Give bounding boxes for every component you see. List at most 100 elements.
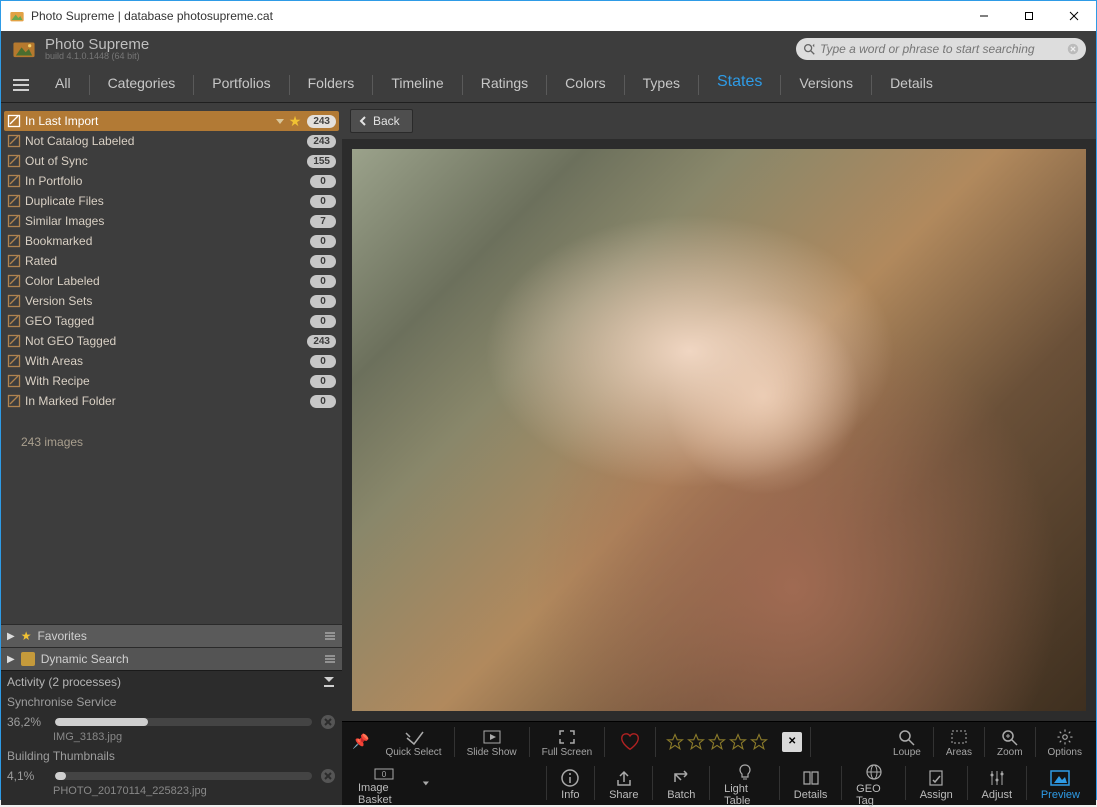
share-button[interactable]: Share bbox=[597, 761, 650, 805]
state-row[interactable]: In Marked Folder0 bbox=[4, 391, 339, 411]
nav-states[interactable]: States bbox=[703, 67, 776, 99]
state-row[interactable]: Not GEO Tagged243 bbox=[4, 331, 339, 351]
nav-timeline[interactable]: Timeline bbox=[377, 67, 457, 99]
nav-ratings[interactable]: Ratings bbox=[467, 67, 542, 99]
geo-tag-label: GEO Tag bbox=[856, 783, 891, 807]
count-badge: 243 bbox=[307, 115, 336, 128]
chevron-down-icon[interactable] bbox=[422, 778, 430, 788]
sidebar: In Last Import★243Not Catalog Labeled243… bbox=[1, 103, 342, 805]
search-box[interactable] bbox=[796, 38, 1086, 60]
back-button[interactable]: Back bbox=[350, 109, 413, 133]
preview-button[interactable]: Preview bbox=[1029, 761, 1092, 805]
nav-all[interactable]: All bbox=[41, 67, 85, 99]
slideshow-button[interactable]: Slide Show bbox=[457, 722, 527, 762]
nav-portfolios[interactable]: Portfolios bbox=[198, 67, 284, 99]
clear-search-icon[interactable] bbox=[1066, 42, 1080, 56]
state-label: With Areas bbox=[25, 354, 306, 368]
state-row[interactable]: Similar Images7 bbox=[4, 211, 339, 231]
minimize-button[interactable] bbox=[961, 1, 1006, 31]
close-button[interactable] bbox=[1051, 1, 1096, 31]
state-row[interactable]: Color Labeled 0 bbox=[4, 271, 339, 291]
light-table-button[interactable]: Light Table bbox=[712, 761, 777, 805]
nav-details[interactable]: Details bbox=[876, 67, 947, 99]
fullscreen-button[interactable]: Full Screen bbox=[532, 722, 603, 762]
state-row[interactable]: In Last Import★243 bbox=[4, 111, 339, 131]
window-title: Photo Supreme | database photosupreme.ca… bbox=[31, 9, 961, 23]
states-list: In Last Import★243Not Catalog Labeled243… bbox=[1, 103, 342, 415]
count-badge: 0 bbox=[310, 375, 336, 388]
preview-label: Preview bbox=[1041, 789, 1080, 801]
search-input[interactable] bbox=[816, 42, 1066, 56]
info-button[interactable]: Info bbox=[548, 761, 592, 805]
state-label: In Portfolio bbox=[25, 174, 306, 188]
state-row[interactable]: With Recipe 0 bbox=[4, 371, 339, 391]
star-icon[interactable] bbox=[729, 733, 747, 751]
details-button[interactable]: Details bbox=[782, 761, 840, 805]
panel-menu-icon[interactable] bbox=[324, 630, 336, 642]
checkbox-icon bbox=[7, 314, 21, 328]
collapse-icon[interactable] bbox=[322, 675, 336, 689]
state-label: Color Labeled bbox=[25, 274, 306, 288]
count-badge: 0 bbox=[310, 275, 336, 288]
activity-header-label: Activity (2 processes) bbox=[7, 675, 121, 689]
options-button[interactable]: Options bbox=[1038, 722, 1092, 762]
expand-icon: ▶ bbox=[7, 631, 15, 642]
state-label: With Recipe bbox=[25, 374, 306, 388]
checkbox-icon bbox=[7, 134, 21, 148]
count-badge: 7 bbox=[310, 215, 336, 228]
assign-button[interactable]: Assign bbox=[908, 761, 965, 805]
pin-icon[interactable]: 📌 bbox=[346, 733, 375, 750]
panel-dynamic-search-header[interactable]: ▶ Dynamic Search bbox=[1, 647, 342, 670]
menu-icon[interactable] bbox=[11, 75, 31, 95]
nav-folders[interactable]: Folders bbox=[294, 67, 369, 99]
areas-button[interactable]: Areas bbox=[936, 722, 982, 762]
state-row[interactable]: Rated0 bbox=[4, 251, 339, 271]
viewer: Back 📌 Quick Select Slide Show Full Scre… bbox=[342, 103, 1096, 805]
batch-button[interactable]: Batch bbox=[655, 761, 707, 805]
progress-percent: 4,1% bbox=[7, 769, 47, 783]
nav-colors[interactable]: Colors bbox=[551, 67, 619, 99]
state-row[interactable]: With Areas0 bbox=[4, 351, 339, 371]
checkbox-icon bbox=[7, 194, 21, 208]
zoom-button[interactable]: Zoom bbox=[987, 722, 1033, 762]
nav-types[interactable]: Types bbox=[629, 67, 694, 99]
panel-menu-icon[interactable] bbox=[324, 653, 336, 665]
maximize-button[interactable] bbox=[1006, 1, 1051, 31]
progress-bar bbox=[55, 772, 312, 780]
state-label: In Last Import bbox=[25, 114, 267, 128]
rating-stars[interactable] bbox=[658, 733, 776, 751]
state-label: GEO Tagged bbox=[25, 314, 306, 328]
light-table-label: Light Table bbox=[724, 783, 765, 807]
state-label: Bookmarked bbox=[25, 234, 306, 248]
state-row[interactable]: Version Sets0 bbox=[4, 291, 339, 311]
adjust-button[interactable]: Adjust bbox=[969, 761, 1024, 805]
images-count: 243 images bbox=[1, 415, 342, 469]
count-badge: 243 bbox=[307, 135, 336, 148]
stop-icon[interactable] bbox=[320, 714, 336, 730]
state-row[interactable]: Duplicate Files0 bbox=[4, 191, 339, 211]
state-row[interactable]: In Portfolio0 bbox=[4, 171, 339, 191]
geo-tag-button[interactable]: GEO Tag bbox=[844, 761, 903, 805]
image-area[interactable] bbox=[352, 149, 1086, 711]
star-icon[interactable] bbox=[666, 733, 684, 751]
loupe-button[interactable]: Loupe bbox=[883, 722, 931, 762]
activity-header[interactable]: Activity (2 processes) bbox=[1, 670, 342, 693]
state-row[interactable]: Not Catalog Labeled243 bbox=[4, 131, 339, 151]
quick-select-button[interactable]: Quick Select bbox=[375, 722, 451, 762]
count-badge: 0 bbox=[310, 395, 336, 408]
star-icon[interactable] bbox=[708, 733, 726, 751]
state-row[interactable]: Bookmarked0 bbox=[4, 231, 339, 251]
image-basket-button[interactable]: 0 Image Basket bbox=[346, 761, 422, 805]
details-label: Details bbox=[794, 789, 828, 801]
nav-versions[interactable]: Versions bbox=[785, 67, 867, 99]
reject-button[interactable]: ✕ bbox=[782, 732, 802, 752]
stop-icon[interactable] bbox=[320, 768, 336, 784]
state-row[interactable]: GEO Tagged0 bbox=[4, 311, 339, 331]
panel-favorites-header[interactable]: ▶ ★ Favorites bbox=[1, 624, 342, 647]
nav-categories[interactable]: Categories bbox=[94, 67, 190, 99]
star-icon[interactable] bbox=[687, 733, 705, 751]
share-label: Share bbox=[609, 789, 638, 801]
star-icon[interactable] bbox=[750, 733, 768, 751]
heart-icon[interactable] bbox=[619, 731, 641, 753]
state-row[interactable]: Out of Sync155 bbox=[4, 151, 339, 171]
